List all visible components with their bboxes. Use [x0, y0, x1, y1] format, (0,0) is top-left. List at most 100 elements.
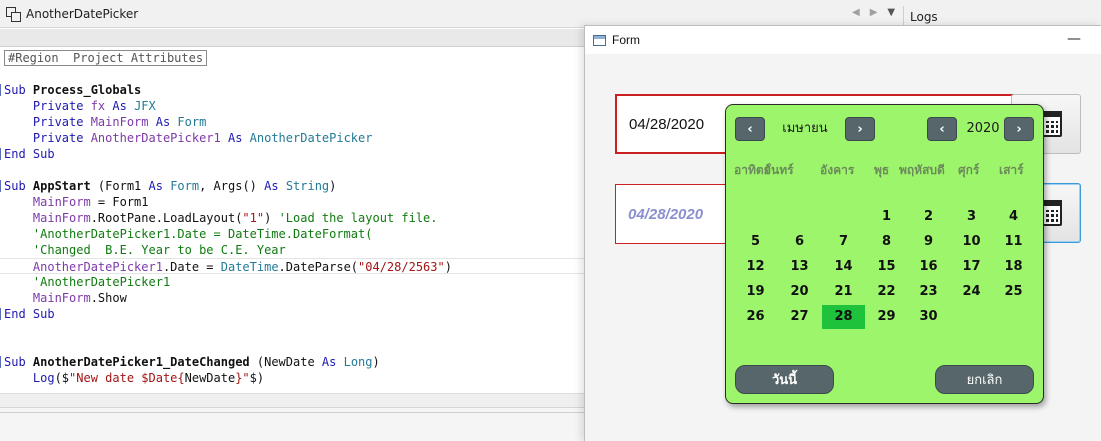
day-cell[interactable]: 27	[778, 305, 821, 329]
day-cell[interactable]: 20	[778, 280, 821, 304]
code-token: AppStart	[32, 179, 91, 193]
day-grid: 1 2 3 4 5 6 7 8 9 10 11 12 13 14 15 16 17 18 19 20 21 22 23 24 2…	[726, 105, 1045, 405]
day-cell[interactable]: 29	[865, 305, 908, 329]
window-icon	[593, 34, 606, 46]
code-token: Process_Globals	[32, 83, 142, 97]
code-token: As	[220, 131, 250, 145]
code-token: MainForm	[4, 291, 91, 305]
day-cell[interactable]: 1	[865, 205, 908, 229]
day-cell[interactable]: 3	[950, 205, 993, 229]
day-cell[interactable]: 12	[734, 255, 777, 279]
day-cell[interactable]: 10	[950, 230, 993, 254]
day-cell[interactable]: 8	[865, 230, 908, 254]
day-cell[interactable]: 22	[865, 280, 908, 304]
day-cell[interactable]: 30	[907, 305, 950, 329]
day-cell[interactable]: 7	[822, 230, 865, 254]
calendar-icon	[1042, 200, 1062, 226]
selected-day-cell[interactable]: 28	[822, 305, 865, 329]
day-cell[interactable]: 11	[992, 230, 1035, 254]
horizontal-scrollbar[interactable]	[0, 393, 590, 407]
code-token: As	[321, 355, 344, 369]
code-line: Sub AnotherDatePicker1_DateChanged (NewD…	[0, 354, 590, 370]
day-cell[interactable]: 21	[822, 280, 865, 304]
editor-tab[interactable]: AnotherDatePicker	[0, 0, 148, 28]
day-cell[interactable]: 19	[734, 280, 777, 304]
code-token: AnotherDatePicker1	[4, 260, 163, 274]
day-cell[interactable]: 18	[992, 255, 1035, 279]
code-token: As	[105, 99, 135, 113]
code-line: #Region Project Attributes	[0, 50, 590, 66]
code-token: Sub	[4, 179, 33, 193]
calendar-popup: ‹ เมษายน › ‹ 2020 › อาทิตย์ จันทร์ อังคารพ…	[725, 104, 1044, 404]
day-cell[interactable]: 4	[992, 205, 1035, 229]
day-cell[interactable]: 13	[778, 255, 821, 279]
day-cell[interactable]: 24	[950, 280, 993, 304]
code-token: .Date =	[162, 260, 221, 274]
tab-dropdown-icon[interactable]: ▼	[887, 7, 895, 18]
minimize-button[interactable]: —	[1067, 31, 1081, 47]
code-token: fx	[90, 99, 106, 113]
day-cell[interactable]: 15	[865, 255, 908, 279]
code-line: Private fx As JFX	[0, 98, 590, 114]
code-token: AnotherDatePicker1	[90, 131, 221, 145]
code-token: MainForm	[90, 115, 149, 129]
code-token: 'Changed B.E. Year to be C.E. Year	[4, 243, 286, 257]
code-token: Sub	[4, 355, 33, 369]
tab-right-arrow-icon[interactable]: ▶	[870, 7, 878, 18]
code-line: MainForm.RootPane.LoadLayout("1") 'Load …	[0, 210, 590, 226]
code-token: , Args()	[199, 179, 265, 193]
code-token: As	[148, 115, 178, 129]
code-token: .RootPane.LoadLayout(	[90, 211, 243, 225]
code-line: Private AnotherDatePicker1 As AnotherDat…	[0, 130, 590, 146]
code-token: Log	[4, 371, 55, 385]
day-cell[interactable]: 16	[907, 255, 950, 279]
day-cell[interactable]: 5	[734, 230, 777, 254]
code-line: Sub Process_Globals	[0, 82, 590, 98]
code-editor[interactable]: #Region Project Attributes Sub Process_Gl…	[0, 50, 590, 392]
tab-left-arrow-icon[interactable]: ◀	[852, 7, 860, 18]
code-line: 'AnotherDatePicker1.Date = DateTime.Date…	[0, 226, 590, 242]
code-token: }"	[235, 371, 250, 385]
code-token: .DateParse(	[278, 260, 359, 274]
code-line: End Sub	[0, 146, 590, 162]
code-token: (NewDate	[249, 355, 322, 369]
day-cell[interactable]: 26	[734, 305, 777, 329]
ide-bottom-panel	[0, 407, 590, 441]
code-token: As	[148, 179, 171, 193]
module-icon	[6, 7, 21, 22]
code-token: As	[264, 179, 286, 193]
today-button[interactable]: วันนี้	[735, 365, 834, 394]
code-token: MainForm	[4, 211, 91, 225]
code-token: "04/28/2563"	[358, 260, 445, 274]
code-token: )	[264, 211, 279, 225]
code-token: )	[444, 260, 452, 274]
code-line: MainForm = Form1	[0, 194, 590, 210]
code-token: NewDate	[184, 371, 236, 385]
code-token: Private	[4, 131, 91, 145]
day-cell[interactable]: 14	[822, 255, 865, 279]
form-titlebar[interactable]: Form —	[585, 26, 1101, 54]
day-cell[interactable]: 23	[907, 280, 950, 304]
tab-nav-arrows[interactable]: ◀ ▶ ▼	[852, 7, 895, 18]
code-line: MainForm.Show	[0, 290, 590, 306]
day-cell[interactable]: 6	[778, 230, 821, 254]
day-cell[interactable]: 9	[907, 230, 950, 254]
ide-tab-bar: AnotherDatePicker ◀ ▶ ▼ Logs	[0, 0, 1101, 28]
code-token: End Sub	[4, 307, 55, 321]
day-cell[interactable]: 2	[907, 205, 950, 229]
day-cell[interactable]: 25	[992, 280, 1035, 304]
cancel-button[interactable]: ยกเลิก	[935, 365, 1034, 394]
form-title: Form	[612, 33, 640, 47]
code-token: JFX	[134, 99, 156, 113]
region-marker[interactable]: #Region Project Attributes	[4, 50, 208, 66]
calendar-icon	[1042, 111, 1062, 137]
code-token: DateTime	[220, 260, 279, 274]
code-token: 'AnotherDatePicker1	[4, 275, 171, 289]
code-line: Private MainForm As Form	[0, 114, 590, 130]
day-cell[interactable]: 17	[950, 255, 993, 279]
editor-tab-label: AnotherDatePicker	[26, 7, 139, 21]
code-token: ($	[54, 371, 70, 385]
